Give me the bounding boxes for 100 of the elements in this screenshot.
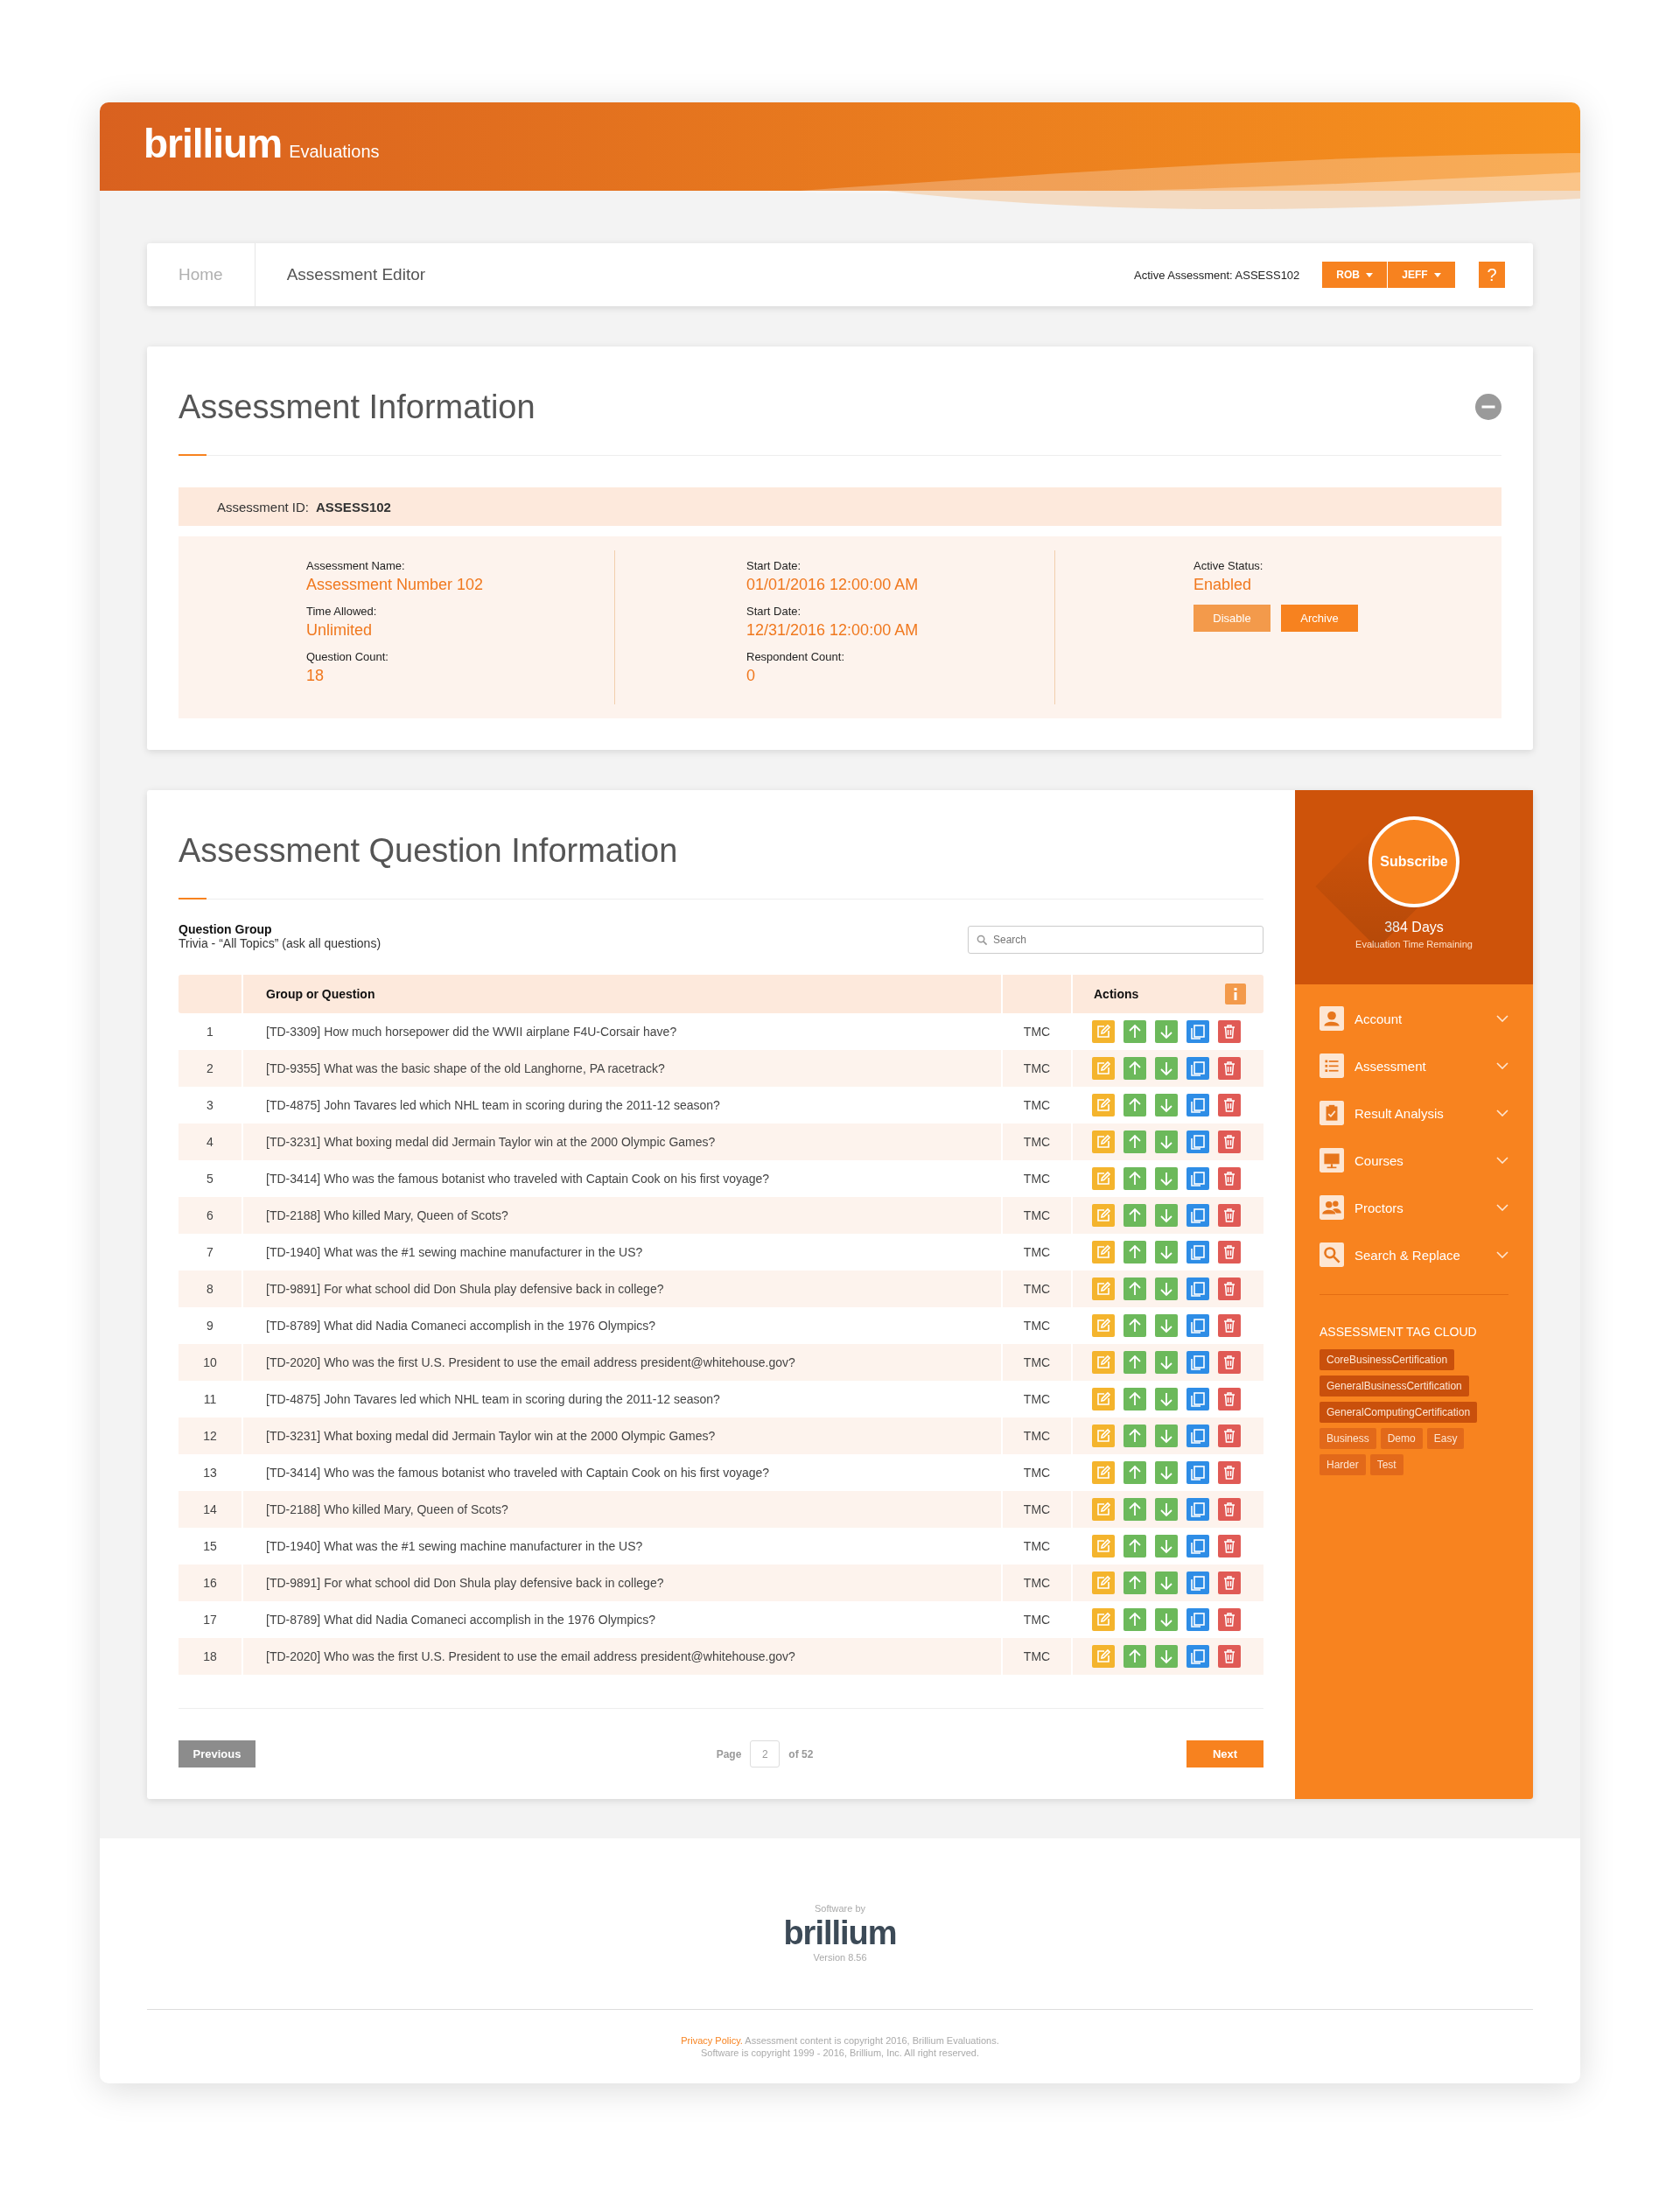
page-label: Page: [716, 1747, 742, 1760]
edit-icon[interactable]: [1092, 1608, 1115, 1631]
edit-icon[interactable]: [1092, 1057, 1115, 1080]
edit-icon[interactable]: [1092, 1461, 1115, 1484]
brillium-logo[interactable]: brillium: [144, 120, 283, 167]
copy-icon[interactable]: [1186, 1535, 1209, 1558]
field-value: 0: [746, 667, 756, 685]
sidebar-menu-item[interactable]: Search & Replace: [1320, 1231, 1508, 1278]
edit-icon[interactable]: [1092, 1130, 1115, 1153]
copy-icon[interactable]: [1186, 1498, 1209, 1521]
copy-icon[interactable]: [1186, 1241, 1209, 1264]
copy-icon[interactable]: [1186, 1388, 1209, 1410]
page-number-field[interactable]: 2: [750, 1740, 780, 1768]
info-icon[interactable]: [1225, 984, 1246, 1004]
tag-chip[interactable]: Demo: [1380, 1428, 1423, 1449]
tag-chip[interactable]: GeneralComputingCertification: [1320, 1402, 1478, 1423]
tag-chip[interactable]: Harder: [1320, 1454, 1366, 1475]
edit-icon[interactable]: [1092, 1424, 1115, 1447]
breadcrumb-link[interactable]: Home: [147, 243, 256, 306]
trash-icon[interactable]: [1218, 1535, 1241, 1558]
trash-icon[interactable]: [1218, 1130, 1241, 1153]
trash-icon[interactable]: [1218, 1351, 1241, 1374]
tag-chip[interactable]: Business: [1320, 1428, 1376, 1449]
user-dropdown[interactable]: JEFF: [1388, 262, 1455, 288]
presentation-icon: [1320, 1148, 1344, 1172]
copy-icon[interactable]: [1186, 1020, 1209, 1043]
trash-icon[interactable]: [1218, 1388, 1241, 1410]
edit-icon[interactable]: [1092, 1314, 1115, 1337]
field-value: 01/01/2016 12:00:00 AM: [746, 576, 920, 594]
tag-chip[interactable]: CoreBusinessCertification: [1320, 1349, 1455, 1370]
type-cell: TMC: [1001, 1638, 1071, 1675]
trash-icon[interactable]: [1218, 1020, 1241, 1043]
question-cell: [TD-9891] For what school did Don Shula play defensive back in college?: [242, 1564, 1001, 1601]
subscribe-button[interactable]: Subscribe: [1368, 816, 1460, 907]
collapse-icon[interactable]: [1475, 394, 1502, 420]
next-button[interactable]: Next: [1186, 1740, 1264, 1768]
trash-icon[interactable]: [1218, 1057, 1241, 1080]
edit-icon[interactable]: [1092, 1498, 1115, 1521]
type-cell: TMC: [1001, 1124, 1071, 1160]
previous-button[interactable]: Previous: [178, 1740, 256, 1768]
help-button[interactable]: ?: [1479, 262, 1505, 288]
copy-icon[interactable]: [1186, 1645, 1209, 1668]
copy-icon[interactable]: [1186, 1094, 1209, 1116]
tag-chip[interactable]: Test: [1369, 1454, 1404, 1475]
question-group-value: Trivia - “All Topics” (ask all questions): [178, 936, 382, 950]
row-number: 5: [206, 1172, 214, 1186]
copy-icon[interactable]: [1186, 1278, 1209, 1300]
privacy-policy-link[interactable]: Privacy Policy.: [681, 2035, 743, 2046]
trash-icon[interactable]: [1218, 1167, 1241, 1190]
tag-chip[interactable]: Easy: [1426, 1428, 1465, 1449]
edit-icon[interactable]: [1092, 1645, 1115, 1668]
edit-icon[interactable]: [1092, 1020, 1115, 1043]
edit-icon[interactable]: [1092, 1167, 1115, 1190]
copy-icon[interactable]: [1186, 1204, 1209, 1227]
search-field[interactable]: Search: [968, 926, 1264, 954]
copy-icon[interactable]: [1186, 1057, 1209, 1080]
copy-icon[interactable]: [1186, 1351, 1209, 1374]
copy-icon[interactable]: [1186, 1572, 1209, 1594]
sidebar-menu-item[interactable]: Result Analysis: [1320, 1089, 1508, 1137]
edit-icon[interactable]: [1092, 1241, 1115, 1264]
sidebar-menu-item[interactable]: Courses: [1320, 1137, 1508, 1184]
edit-icon[interactable]: [1092, 1204, 1115, 1227]
assessment-id-value: ASSESS102: [316, 499, 391, 514]
row-number: 9: [206, 1319, 214, 1333]
edit-icon[interactable]: [1092, 1388, 1115, 1410]
breadcrumb-link[interactable]: Assessment Editor: [255, 243, 458, 306]
field-label: Question Count:: [306, 650, 389, 663]
trash-icon[interactable]: [1218, 1572, 1241, 1594]
trash-icon[interactable]: [1218, 1424, 1241, 1447]
sidebar-menu-item[interactable]: Account: [1320, 995, 1508, 1042]
copy-icon[interactable]: [1186, 1608, 1209, 1631]
trash-icon[interactable]: [1218, 1608, 1241, 1631]
edit-icon[interactable]: [1092, 1094, 1115, 1116]
trash-icon[interactable]: [1218, 1241, 1241, 1264]
trash-icon[interactable]: [1218, 1498, 1241, 1521]
trash-icon[interactable]: [1218, 1645, 1241, 1668]
field-value: 18: [306, 667, 326, 685]
trash-icon[interactable]: [1218, 1314, 1241, 1337]
copy-icon[interactable]: [1186, 1424, 1209, 1447]
archive-button[interactable]: Archive: [1281, 605, 1358, 632]
trash-icon[interactable]: [1218, 1204, 1241, 1227]
row-number: 15: [202, 1539, 218, 1553]
copy-icon[interactable]: [1186, 1461, 1209, 1484]
trash-icon[interactable]: [1218, 1278, 1241, 1300]
sidebar-menu-item[interactable]: Proctors: [1320, 1184, 1508, 1231]
sidebar-menu-item[interactable]: Assessment: [1320, 1042, 1508, 1089]
tag-chip[interactable]: GeneralBusinessCertification: [1320, 1376, 1469, 1396]
trash-icon[interactable]: [1218, 1461, 1241, 1484]
disable-button[interactable]: Disable: [1194, 605, 1270, 632]
copy-icon[interactable]: [1186, 1167, 1209, 1190]
edit-icon[interactable]: [1092, 1572, 1115, 1594]
copy-icon[interactable]: [1186, 1130, 1209, 1153]
edit-icon[interactable]: [1092, 1535, 1115, 1558]
row-number: 7: [206, 1245, 214, 1259]
copy-icon[interactable]: [1186, 1314, 1209, 1337]
edit-icon[interactable]: [1092, 1278, 1115, 1300]
user-dropdown[interactable]: ROB: [1322, 262, 1388, 288]
question-cell: [TD-2020] Who was the first U.S. President to use the email address president@whitehouse.gov?: [242, 1344, 1001, 1381]
edit-icon[interactable]: [1092, 1351, 1115, 1374]
trash-icon[interactable]: [1218, 1094, 1241, 1116]
